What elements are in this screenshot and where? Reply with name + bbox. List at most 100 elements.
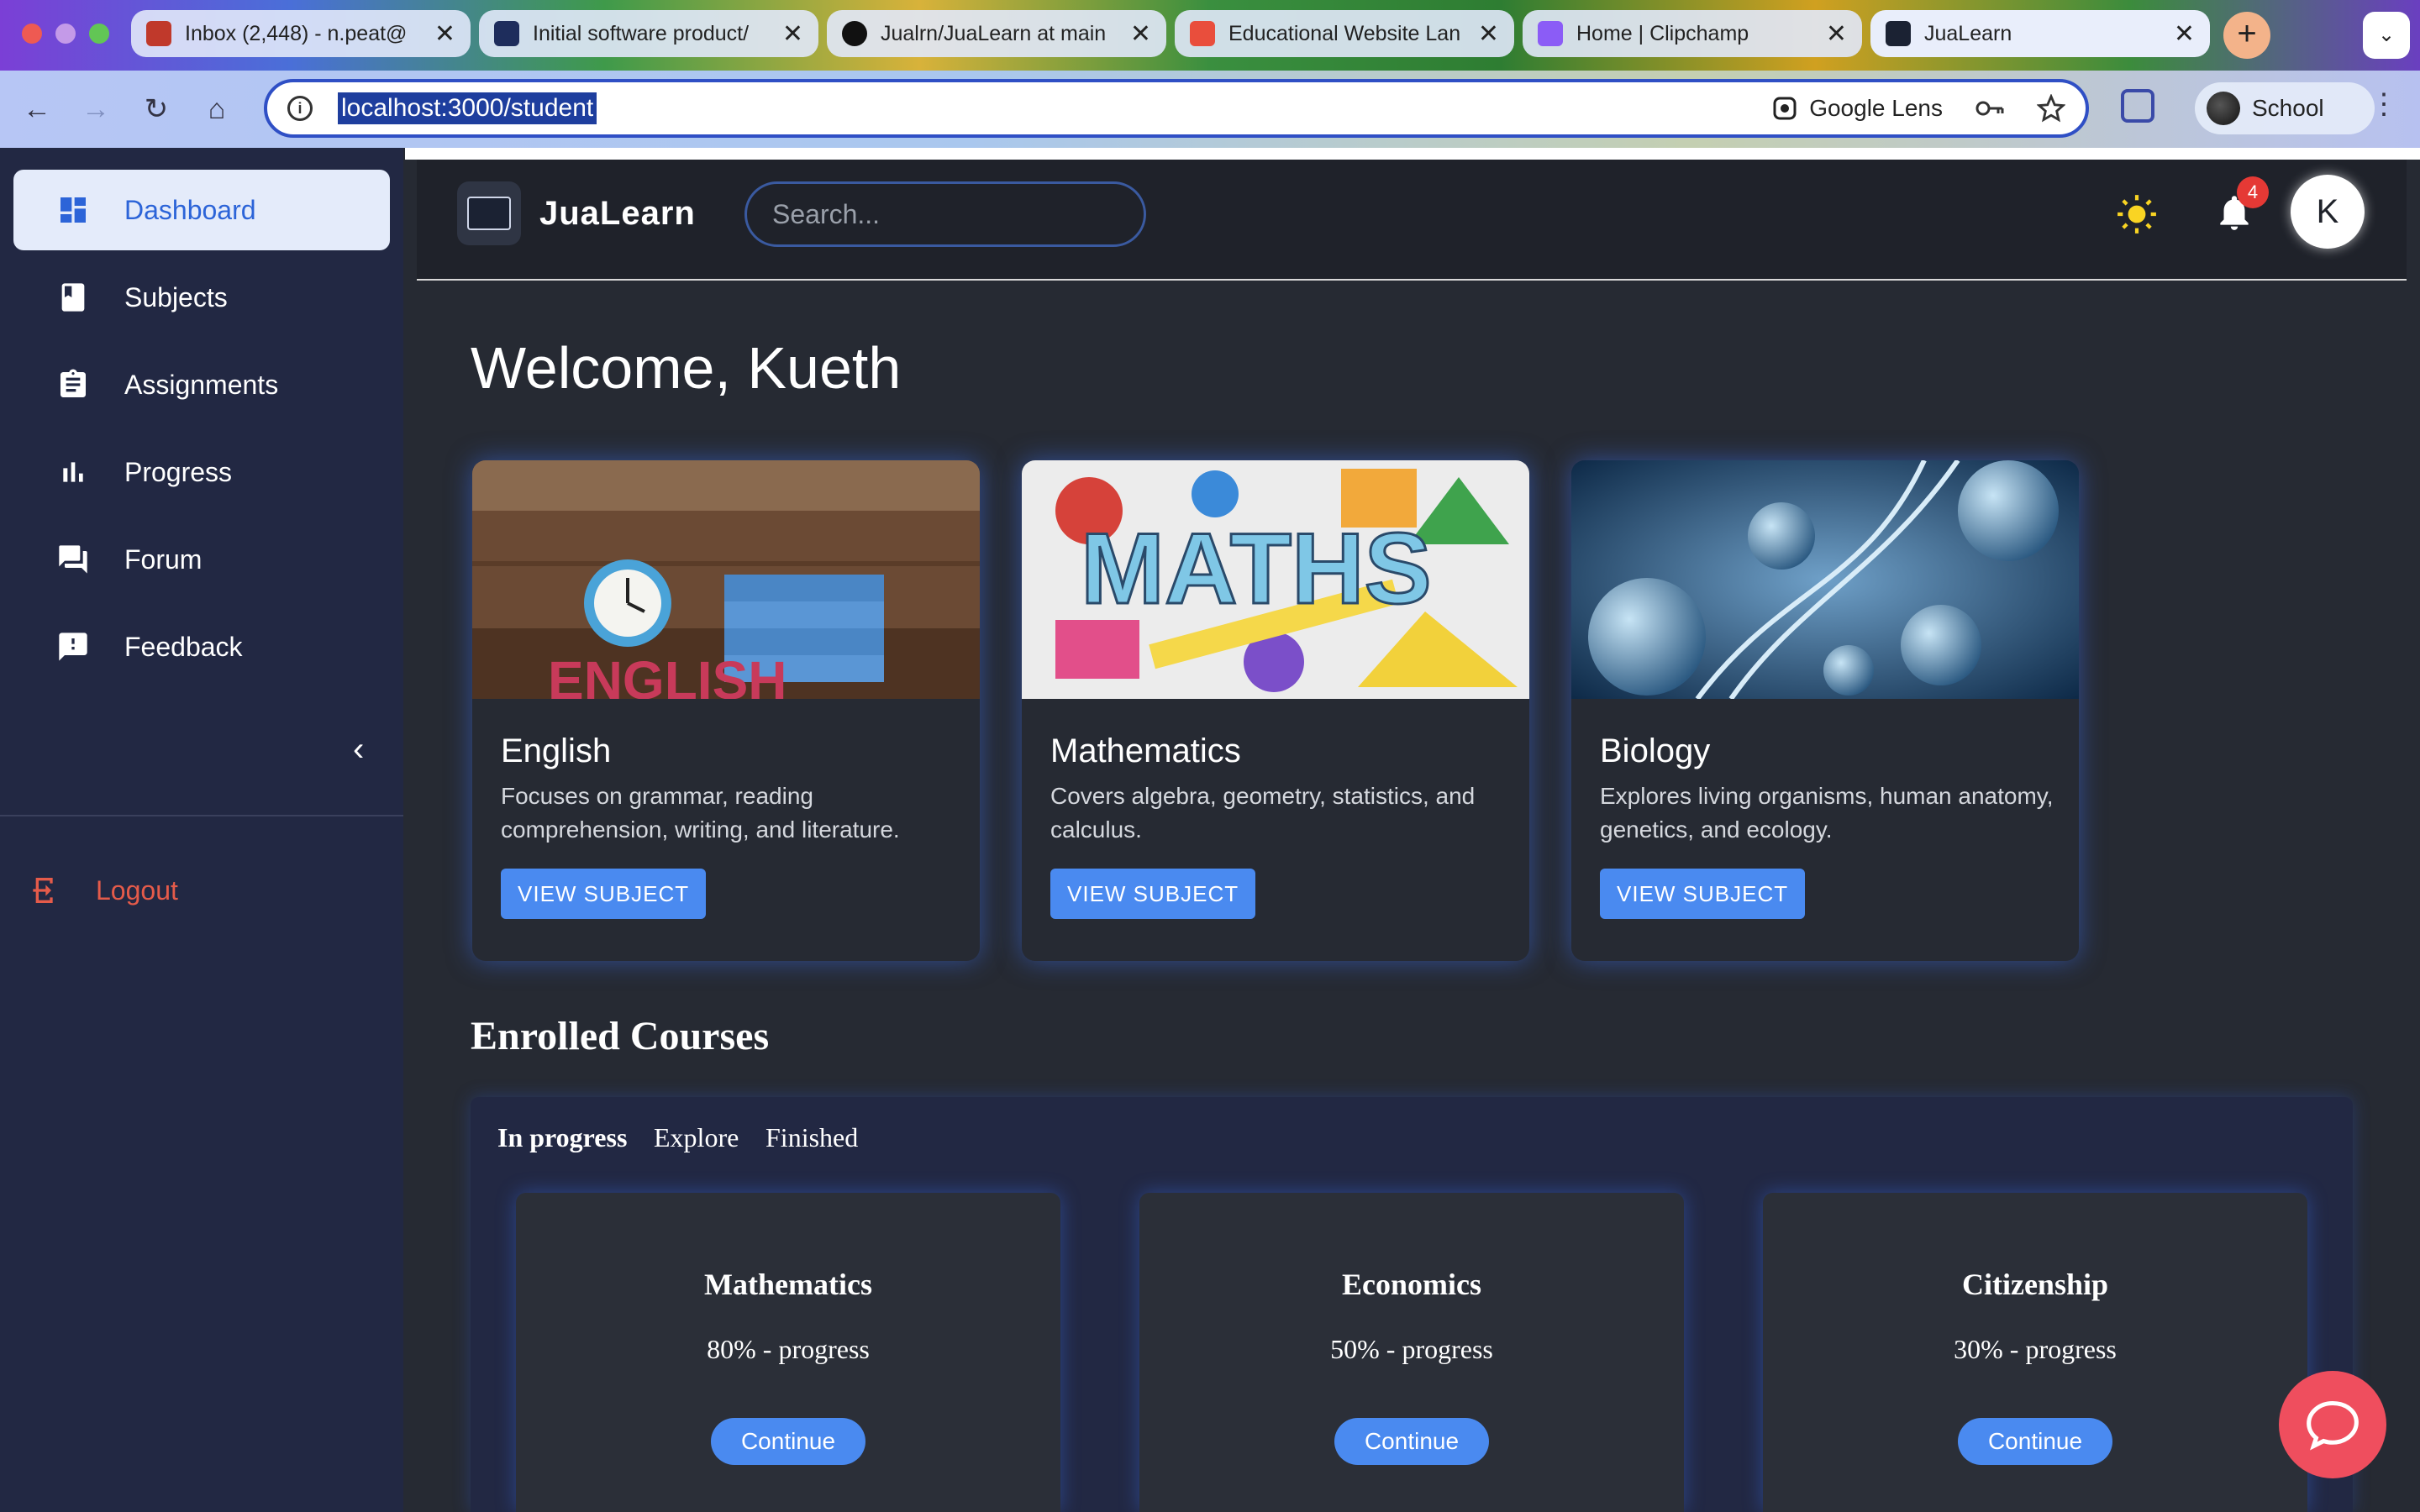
book-icon xyxy=(55,280,91,315)
window-maximize-button[interactable] xyxy=(89,24,109,44)
document-favicon-icon xyxy=(494,21,519,46)
view-subject-button[interactable]: VIEW SUBJECT xyxy=(1600,869,1806,919)
close-tab-icon[interactable]: ✕ xyxy=(1826,19,1847,49)
tab-title: Home | Clipchamp xyxy=(1576,21,1749,45)
tab-finished[interactable]: Finished xyxy=(765,1122,858,1153)
search-input[interactable] xyxy=(772,198,1125,230)
google-lens-button[interactable]: Google Lens xyxy=(1772,95,1943,122)
home-button[interactable]: ⌂ xyxy=(195,87,239,131)
close-tab-icon[interactable]: ✕ xyxy=(434,19,455,49)
sidebar-item-dashboard[interactable]: Dashboard xyxy=(13,170,390,250)
close-tab-icon[interactable]: ✕ xyxy=(2174,19,2195,49)
course-name: Mathematics xyxy=(704,1268,872,1301)
browser-tab[interactable]: Initial software product/ ✕ xyxy=(479,10,818,57)
view-subject-button[interactable]: VIEW SUBJECT xyxy=(501,869,707,919)
course-name: Economics xyxy=(1342,1268,1481,1301)
jualearn-logo[interactable] xyxy=(457,181,521,245)
back-button[interactable]: ← xyxy=(15,87,59,131)
chat-bubble-icon xyxy=(2307,1400,2359,1451)
subject-name: Mathematics xyxy=(1050,732,1241,769)
extensions-icon[interactable] xyxy=(2121,89,2154,123)
forward-button[interactable]: → xyxy=(74,87,118,131)
logout-icon xyxy=(33,878,53,903)
close-tab-icon[interactable]: ✕ xyxy=(1130,19,1151,49)
site-info-icon[interactable]: i xyxy=(287,96,313,121)
continue-button[interactable]: Continue xyxy=(1958,1418,2112,1465)
chat-button[interactable] xyxy=(2279,1371,2386,1478)
window-close-button[interactable] xyxy=(22,24,42,44)
subject-card-english: ENGLISH English Focuses on grammar, read… xyxy=(472,460,980,961)
tab-title: Jualrn/JuaLearn at main xyxy=(881,21,1107,45)
course-progress: 30% - progress xyxy=(1954,1334,2117,1364)
new-tab-button[interactable]: + xyxy=(2223,12,2270,59)
top-border xyxy=(405,148,2420,160)
profile-button[interactable]: School xyxy=(2195,82,2375,134)
subject-description: Explores living organisms, human anatomy… xyxy=(1600,783,2054,843)
dna-cells-image xyxy=(1571,460,2079,699)
forum-icon xyxy=(55,542,91,577)
lens-icon xyxy=(1773,97,1797,120)
browser-tab[interactable]: Jualrn/JuaLearn at main ✕ xyxy=(827,10,1166,57)
sidebar-item-label: Feedback xyxy=(124,631,243,662)
dashboard-icon xyxy=(55,192,91,228)
window-minimize-button[interactable] xyxy=(55,24,76,44)
collapse-sidebar-icon[interactable]: ‹ xyxy=(353,731,364,769)
sidebar-item-label: Subjects xyxy=(124,281,228,312)
user-avatar[interactable]: K xyxy=(2291,175,2365,249)
bookmark-star-icon[interactable] xyxy=(2037,94,2065,123)
theme-toggle-sun-icon[interactable] xyxy=(2116,193,2158,235)
browser-tab[interactable]: Educational Website Lan ✕ xyxy=(1175,10,1514,57)
jualearn-favicon-icon xyxy=(1886,21,1911,46)
google-lens-label: Google Lens xyxy=(1809,95,1943,121)
subject-description: Covers algebra, geometry, statistics, an… xyxy=(1050,783,1476,843)
maths-doodle-image: MATHS xyxy=(1022,460,1529,699)
view-subject-button[interactable]: VIEW SUBJECT xyxy=(1050,869,1256,919)
url-text[interactable]: localhost:3000/student xyxy=(338,92,597,124)
sidebar-divider xyxy=(0,815,403,816)
sidebar-item-label: Forum xyxy=(124,543,203,575)
sidebar-item-forum[interactable]: Forum xyxy=(13,519,390,600)
sidebar-item-assignments[interactable]: Assignments xyxy=(13,344,390,425)
tab-title: Initial software product/ xyxy=(533,21,750,45)
bar-chart-icon xyxy=(55,454,91,490)
sidebar-item-subjects[interactable]: Subjects xyxy=(13,257,390,338)
gmail-favicon-icon xyxy=(146,21,171,46)
sidebar-item-label: Progress xyxy=(124,456,233,487)
svg-text:MATHS: MATHS xyxy=(1081,512,1432,625)
browser-tabs: Inbox (2,448) - n.peat@ ✕ Initial softwa… xyxy=(131,10,2210,60)
continue-button[interactable]: Continue xyxy=(1334,1418,1489,1465)
sidebar-item-feedback[interactable]: Feedback xyxy=(13,606,390,687)
browser-tab-active[interactable]: JuaLearn ✕ xyxy=(1870,10,2210,57)
subject-card-biology: Biology Explores living organisms, human… xyxy=(1571,460,2079,961)
course-card: Mathematics 80% - progress Continue xyxy=(516,1193,1060,1512)
sidebar-item-label: Dashboard xyxy=(124,194,256,225)
app-header xyxy=(417,160,2407,281)
continue-button[interactable]: Continue xyxy=(711,1418,865,1465)
logout-label: Logout xyxy=(96,874,178,906)
tab-title: Inbox (2,448) - n.peat@ xyxy=(185,21,408,45)
sidebar-item-progress[interactable]: Progress xyxy=(13,432,390,512)
course-progress: 50% - progress xyxy=(1330,1334,1493,1364)
logout-button[interactable]: Logout xyxy=(30,874,178,907)
browser-tab[interactable]: Home | Clipchamp ✕ xyxy=(1523,10,1862,57)
search-field[interactable] xyxy=(744,181,1146,247)
browser-menu-icon[interactable]: ⋮ xyxy=(2370,87,2398,121)
address-bar[interactable]: i localhost:3000/student Google Lens xyxy=(264,79,2089,138)
notification-count-badge: 4 xyxy=(2237,176,2269,208)
tab-explore[interactable]: Explore xyxy=(654,1122,739,1153)
svg-text:ENGLISH: ENGLISH xyxy=(548,650,786,699)
browser-tab[interactable]: Inbox (2,448) - n.peat@ ✕ xyxy=(131,10,471,57)
course-name: Citizenship xyxy=(1961,1268,2109,1301)
page-title: Welcome, Kueth xyxy=(471,335,902,401)
course-card: Economics 50% - progress Continue xyxy=(1139,1193,1684,1512)
close-tab-icon[interactable]: ✕ xyxy=(782,19,803,49)
password-key-icon[interactable] xyxy=(1975,96,2005,121)
reload-button[interactable]: ↻ xyxy=(134,87,178,131)
course-card: Citizenship 30% - progress Continue xyxy=(1763,1193,2307,1512)
tab-search-button[interactable]: ⌄ xyxy=(2363,12,2410,59)
close-tab-icon[interactable]: ✕ xyxy=(1478,19,1499,49)
profile-avatar xyxy=(2207,92,2240,125)
feedback-icon xyxy=(55,629,91,664)
tab-in-progress[interactable]: In progress xyxy=(497,1122,627,1153)
subject-name: Biology xyxy=(1600,732,1711,769)
